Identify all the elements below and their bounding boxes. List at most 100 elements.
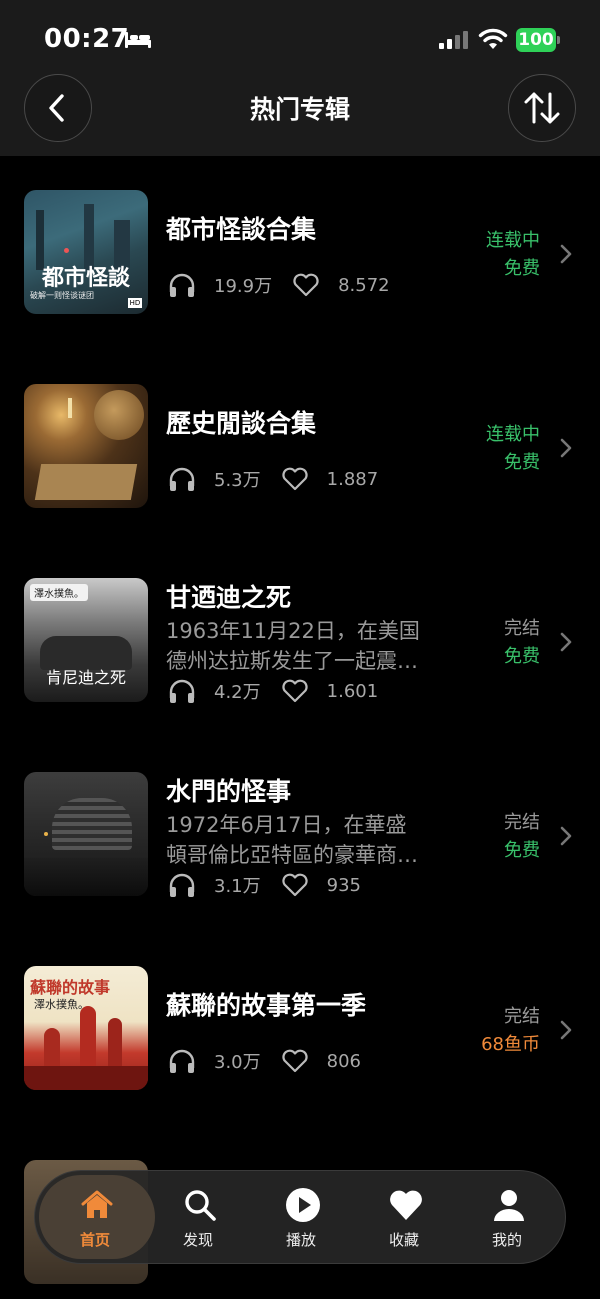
search-icon xyxy=(185,1190,216,1221)
tab-play[interactable]: 播放 xyxy=(251,1171,351,1265)
cover-candle xyxy=(68,398,72,418)
album-cover xyxy=(24,384,148,508)
album-stats: 5.3万 1.887 xyxy=(168,464,398,494)
tab-home[interactable]: 首页 xyxy=(45,1171,145,1265)
tab-favorites[interactable]: 收藏 xyxy=(354,1171,454,1265)
album-stats: 4.2万 1.601 xyxy=(168,676,398,706)
cover-title: 蘇聯的故事 xyxy=(30,978,111,997)
cover-globe xyxy=(94,390,144,440)
album-stats: 3.0万 806 xyxy=(168,1046,381,1076)
album-cover: 都市怪談 破解一则怪谈谜团 HD xyxy=(24,190,148,314)
heart-outline-icon xyxy=(293,273,319,297)
heart-icon xyxy=(390,1190,422,1220)
description-line: 頓哥倫比亞特區的豪華商… xyxy=(166,843,418,867)
tab-label: 收藏 xyxy=(388,1231,419,1249)
album-price: 免费 xyxy=(504,452,540,473)
chevron-right-icon xyxy=(560,1020,572,1040)
cover-tower xyxy=(80,1006,96,1066)
album-cover: 蘇聯的故事 澤水撲魚。 xyxy=(24,966,148,1090)
cover-tower xyxy=(108,1018,122,1066)
cover-building xyxy=(52,798,132,850)
chevron-right-icon xyxy=(560,826,572,846)
album-price: 免费 xyxy=(504,840,540,861)
album-title: 甘迺迪之死 xyxy=(166,583,292,612)
album-cover xyxy=(24,772,148,896)
tab-label: 播放 xyxy=(285,1231,316,1249)
cover-badge: 澤水撲魚。 xyxy=(30,584,88,601)
album-status: 连载中 xyxy=(486,424,540,445)
play-count: 4.2万 xyxy=(214,682,261,703)
battery-indicator: 100 xyxy=(516,28,560,52)
play-count: 19.9万 xyxy=(214,276,273,297)
headphones-icon xyxy=(169,873,195,897)
like-count: 1.601 xyxy=(326,680,379,702)
play-count: 3.0万 xyxy=(214,1052,261,1073)
album-title: 水門的怪事 xyxy=(166,777,292,806)
album-item[interactable]: 歷史閒談合集 5.3万 1.887 连载中 免费 xyxy=(0,384,600,554)
play-icon xyxy=(286,1188,320,1222)
sleep-focus-icon xyxy=(125,32,151,48)
headphones-icon xyxy=(169,1049,195,1073)
album-item[interactable]: 澤水撲魚。 肯尼迪之死 甘迺迪之死 1963年11月22日，在美国 德州达拉斯发… xyxy=(0,578,600,748)
chevron-right-icon xyxy=(560,438,572,458)
play-count: 5.3万 xyxy=(214,470,261,491)
album-description: 1963年11月22日，在美国 德州达拉斯发生了一起震… xyxy=(166,616,452,676)
cover-water xyxy=(24,858,148,896)
sort-arrows-icon xyxy=(524,92,560,124)
battery-level: 100 xyxy=(516,28,556,52)
cover-subtitle: 破解一则怪谈谜团 xyxy=(30,291,94,300)
sort-button[interactable] xyxy=(508,74,576,142)
hd-badge: HD xyxy=(128,298,142,308)
like-count: 1.887 xyxy=(326,468,379,490)
tab-profile[interactable]: 我的 xyxy=(457,1171,557,1265)
album-title: 都市怪談合集 xyxy=(166,215,317,244)
cover-light xyxy=(64,248,69,253)
like-count: 806 xyxy=(326,1050,361,1072)
description-line: 德州达拉斯发生了一起震… xyxy=(166,649,418,673)
heart-outline-icon xyxy=(281,679,308,703)
person-icon xyxy=(494,1190,524,1221)
tab-label: 首页 xyxy=(79,1231,110,1249)
tab-label: 我的 xyxy=(491,1231,522,1249)
description-line: 1963年11月22日，在美国 xyxy=(166,619,420,643)
album-status: 完结 xyxy=(504,618,540,639)
chevron-right-icon xyxy=(560,244,572,264)
album-item[interactable]: 都市怪談 破解一则怪谈谜团 HD 都市怪談合集 19.9万 8.572 连载中 … xyxy=(0,190,600,360)
like-count: 8.572 xyxy=(338,274,390,296)
album-item[interactable]: 水門的怪事 1972年6月17日，在華盛 頓哥倫比亞特區的豪華商… 3.1万 9… xyxy=(0,772,600,942)
album-title: 歷史閒談合集 xyxy=(166,409,317,438)
status-time: 00:27 xyxy=(44,24,130,54)
album-status: 连载中 xyxy=(486,230,540,251)
heart-outline-icon xyxy=(281,467,308,491)
album-title: 蘇聯的故事第一季 xyxy=(166,991,367,1020)
album-status: 完结 xyxy=(504,1006,540,1027)
tab-label: 发现 xyxy=(182,1231,213,1249)
heart-outline-icon xyxy=(281,873,308,897)
album-price: 免费 xyxy=(504,646,540,667)
headphones-icon xyxy=(169,273,195,297)
play-count: 3.1万 xyxy=(214,876,261,897)
album-price: 免费 xyxy=(504,258,540,279)
album-stats: 3.1万 935 xyxy=(168,870,381,900)
cover-title: 都市怪談 xyxy=(41,266,130,291)
battery-tip xyxy=(557,36,560,44)
heart-outline-icon xyxy=(281,1049,308,1073)
headphones-icon xyxy=(169,467,195,491)
like-count: 935 xyxy=(326,874,361,896)
home-icon xyxy=(81,1190,113,1218)
cover-map xyxy=(34,464,138,500)
cover-tower xyxy=(44,1028,60,1068)
top-bar: 00:27 100 热门专辑 xyxy=(0,0,600,156)
album-stats: 19.9万 8.572 xyxy=(168,270,410,300)
cellular-signal-icon xyxy=(439,31,468,49)
tab-discover[interactable]: 发现 xyxy=(148,1171,248,1265)
album-price: 68鱼币 xyxy=(481,1034,540,1055)
cover-title: 肯尼迪之死 xyxy=(45,668,126,687)
album-status: 完结 xyxy=(504,812,540,833)
wifi-icon xyxy=(478,28,508,49)
album-item[interactable]: 蘇聯的故事 澤水撲魚。 蘇聯的故事第一季 3.0万 806 完结 68鱼币 xyxy=(0,966,600,1136)
chevron-right-icon xyxy=(560,632,572,652)
bottom-tab-bar: 首页 发现 播放 收藏 我的 xyxy=(34,1170,566,1264)
album-cover: 澤水撲魚。 肯尼迪之死 xyxy=(24,578,148,702)
cover-ground xyxy=(24,1066,148,1090)
